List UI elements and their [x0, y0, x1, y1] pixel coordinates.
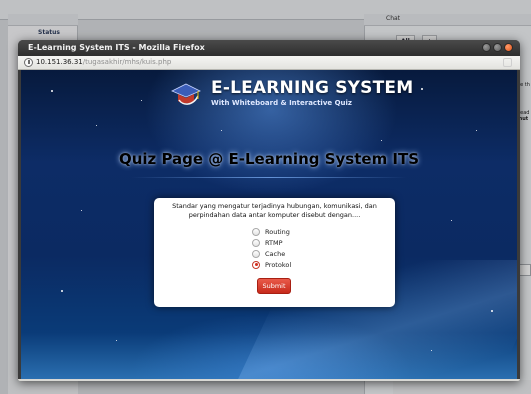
url-path: /tugasakhir/mhs/kuis.php — [82, 58, 172, 66]
radio-button[interactable] — [252, 227, 260, 236]
star — [421, 88, 423, 90]
option-rtmp[interactable]: RTMP — [252, 237, 291, 248]
maximize-icon[interactable] — [493, 43, 502, 52]
option-cache[interactable]: Cache — [252, 248, 291, 259]
url-text[interactable]: 10.151.36.31/tugasakhir/mhs/kuis.php — [36, 58, 171, 66]
site-logo: E-LEARNING SYSTEM With Whiteboard & Inte… — [171, 78, 413, 112]
logo-title: E-LEARNING SYSTEM — [211, 78, 414, 98]
star — [96, 125, 97, 126]
option-protokol[interactable]: Protokol — [252, 259, 291, 270]
window-bottom-border — [18, 379, 520, 381]
heading-divider — [131, 177, 407, 178]
window-titlebar[interactable]: E-Learning System ITS - Mozilla Firefox — [18, 40, 520, 56]
option-label: Cache — [265, 249, 286, 258]
submit-button[interactable]: Submit — [257, 278, 291, 294]
logo-subtitle: With Whiteboard & Interactive Quiz — [211, 99, 352, 107]
background-right-footer — [393, 380, 531, 394]
star — [451, 220, 452, 221]
option-label: Routing — [265, 227, 290, 236]
site-identity-icon[interactable] — [24, 58, 33, 67]
radio-button[interactable] — [252, 238, 260, 247]
star — [51, 90, 53, 92]
status-header: Status — [38, 29, 60, 36]
page-viewport: E-LEARNING SYSTEM With Whiteboard & Inte… — [21, 70, 517, 379]
question-text: Standar yang mengatur terjadinya hubunga… — [172, 202, 377, 219]
close-icon[interactable] — [504, 43, 513, 52]
chat-title: Chat — [386, 15, 401, 22]
minimize-icon[interactable] — [482, 43, 491, 52]
option-label: RTMP — [265, 238, 283, 247]
address-bar[interactable]: 10.151.36.31/tugasakhir/mhs/kuis.php — [18, 56, 520, 70]
window-controls — [482, 43, 513, 52]
star — [141, 100, 142, 101]
star — [476, 130, 477, 131]
quiz-card: Standar yang mengatur terjadinya hubunga… — [154, 198, 395, 307]
star — [381, 140, 382, 141]
star — [221, 130, 222, 131]
star — [61, 290, 63, 292]
page-action-icon[interactable] — [503, 58, 512, 67]
star — [116, 340, 117, 341]
background-left-header — [8, 14, 78, 26]
page-title: Quiz Page @ E-Learning System ITS — [118, 150, 420, 168]
firefox-window: E-Learning System ITS - Mozilla Firefox … — [18, 40, 520, 381]
radio-button[interactable] — [252, 249, 260, 258]
option-label: Protokol — [265, 260, 292, 269]
url-host: 10.151.36.31 — [36, 58, 83, 66]
radio-button-selected[interactable] — [252, 260, 260, 269]
star — [491, 310, 493, 312]
window-title: E-Learning System ITS - Mozilla Firefox — [28, 43, 205, 52]
option-routing[interactable]: Routing — [252, 226, 291, 237]
star — [81, 210, 82, 211]
star — [431, 350, 432, 351]
answer-options: Routing RTMP Cache Protokol — [252, 226, 291, 270]
graduation-cap-icon — [171, 83, 201, 105]
